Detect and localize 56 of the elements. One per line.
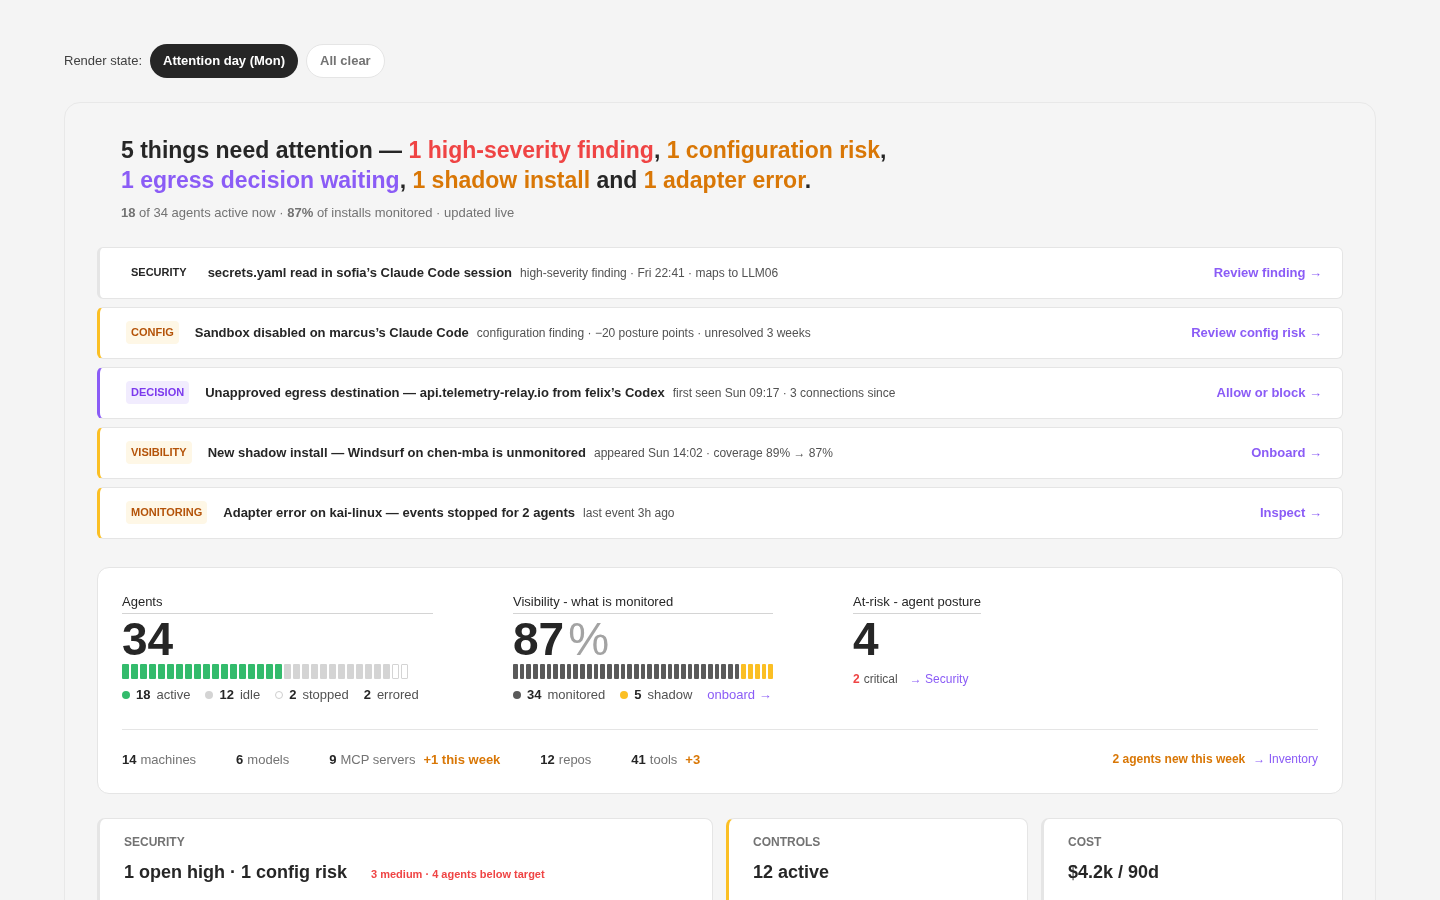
onboard-link[interactable]: onboard → [707, 685, 772, 705]
legend-label: 34 monitored [527, 686, 606, 704]
alert-action-link[interactable]: Inspect → [1259, 502, 1322, 523]
summary-text: 18 of 34 agents active now · 87% of installs monitored · updated live [121, 204, 516, 222]
alert-detail: configuration finding · −20 posture points · unresolved 3 weeks [476, 324, 811, 342]
alert-detail: first seen Sun 09:17 · 3 connections since [672, 384, 896, 402]
inventory-delta: +1 this week [423, 750, 501, 769]
stat-heading: Visibility - what is monitored [513, 591, 773, 614]
legend-label: 18 active [136, 686, 191, 704]
alert-action-link[interactable]: Onboard → [1251, 442, 1322, 463]
card-value: 1 open high · 1 config risk [124, 861, 348, 884]
alert-action-link[interactable]: Allow or block → [1216, 382, 1322, 403]
category-tag: VISIBILITY [126, 441, 192, 464]
category-tag: CONFIG [126, 321, 179, 344]
stat-value: 4 [853, 614, 880, 664]
state-toggle[interactable]: All clear [306, 44, 385, 78]
alert-title: secrets.yaml read in sofia’s Claude Code session [207, 263, 513, 282]
inventory-delta: +3 [685, 750, 701, 769]
stat-value: 87% [513, 614, 611, 664]
card-title: COST [1068, 834, 1103, 851]
security-link[interactable]: → Security [909, 670, 969, 688]
inventory-count: 14 machines [122, 750, 197, 769]
stat-heading: Agents [122, 591, 433, 614]
alert-title: Adapter error on kai-linux — events stopped for 2 agents [223, 503, 576, 522]
legend-label: 2 stopped [289, 686, 349, 704]
inventory-link[interactable]: → Inventory [1253, 750, 1318, 769]
alert-title: Unapproved egress destination — api.telemetry-relay.io from felix’s Codex [205, 383, 665, 402]
inventory-count: 41 tools [631, 750, 678, 769]
alert-title: New shadow install — Windsurf on chen-mba is unmonitored [207, 443, 586, 462]
category-tag: MONITORING [126, 501, 208, 524]
legend-label: 2 errored [363, 686, 419, 704]
critical-count: 2 critical [853, 671, 898, 688]
card-note: 3 medium · 4 agents below target [371, 867, 545, 882]
category-tag: SECURITY [126, 261, 192, 284]
alert-action-link[interactable]: Review config risk → [1191, 322, 1322, 343]
stat-heading: At-risk - agent posture [853, 591, 981, 614]
stat-value: 34 [122, 614, 175, 664]
render-state-label: Render state: [64, 52, 143, 71]
card-title: SECURITY [124, 834, 186, 851]
new-agents-note: 2 agents new this week [1112, 751, 1246, 769]
legend-label: 12 idle [219, 686, 261, 704]
inventory-count: 6 models [236, 750, 290, 769]
category-tag: DECISION [126, 381, 190, 404]
attention-headline: 5 things need attention — 1 high-severity finding, 1 configuration risk, 1 egress decision waiting, 1 shadow install and 1 adapter error. [121, 136, 888, 195]
card-value: 12 active [753, 861, 830, 884]
inventory-count: 9 MCP servers [329, 750, 416, 769]
alert-detail: high-severity finding · Fri 22:41 · maps to LLM06 [520, 264, 779, 282]
card-title: CONTROLS [753, 834, 822, 851]
alert-detail: appeared Sun 14:02 · coverage 89% → 87% [594, 444, 833, 462]
card-value: $4.2k / 90d [1068, 861, 1160, 884]
legend-label: 5 shadow [634, 686, 693, 704]
alert-action-link[interactable]: Review finding → [1213, 262, 1322, 283]
inventory-count: 12 repos [540, 750, 592, 769]
alert-detail: last event 3h ago [583, 504, 675, 522]
state-toggle[interactable]: Attention day (Mon) [150, 44, 299, 78]
alert-title: Sandbox disabled on marcus’s Claude Code [194, 323, 469, 342]
